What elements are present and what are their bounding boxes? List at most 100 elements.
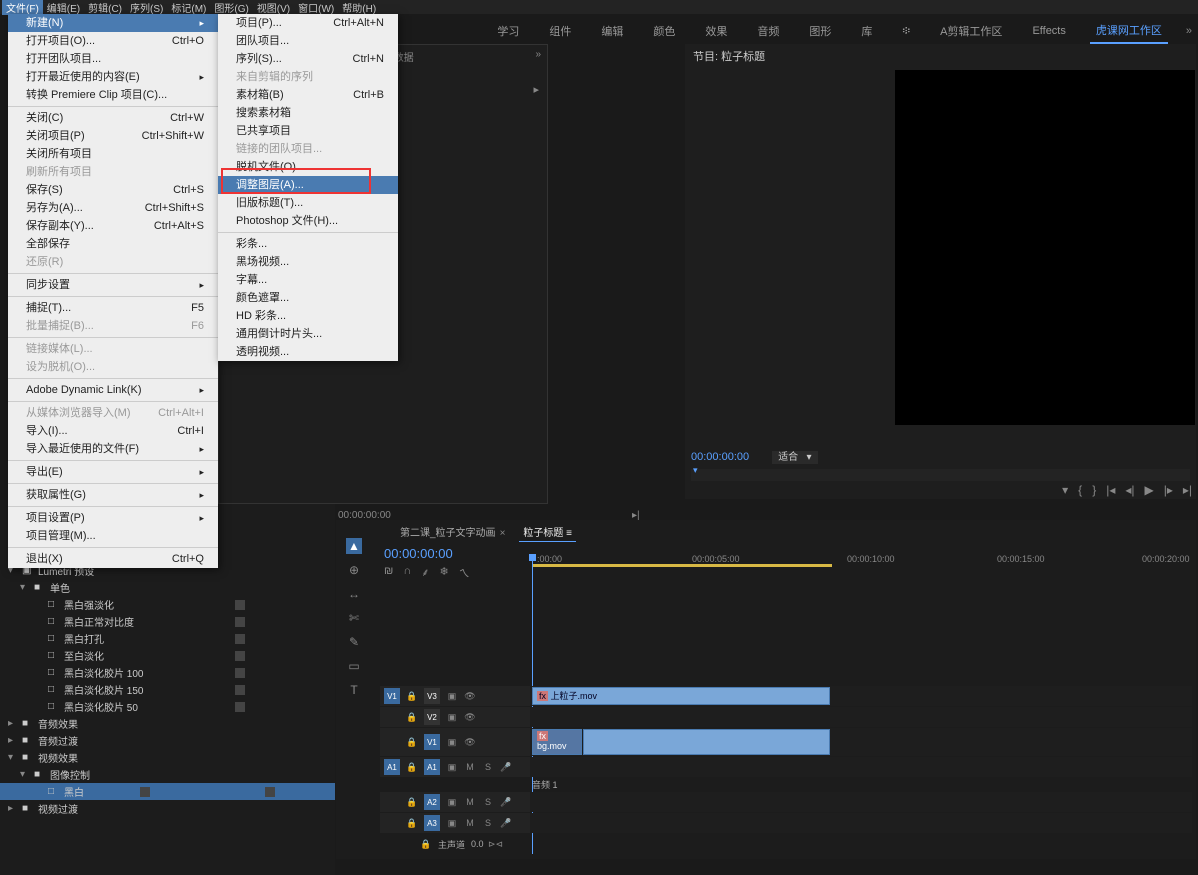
file-menu-item[interactable]: 保存副本(Y)...Ctrl+Alt+S <box>8 217 218 235</box>
file-menu-item[interactable]: 打开最近使用的内容(E) <box>8 68 218 86</box>
tl-link-icon[interactable]: ∩ <box>403 565 411 581</box>
rectangle-tool-icon[interactable]: ▭ <box>346 658 362 674</box>
fx-tree-row[interactable]: ▾■单色 <box>0 579 335 596</box>
lock-icon[interactable]: 🔒 <box>406 761 418 773</box>
track-head-v2[interactable]: 🔒 V2 ▣ 👁 <box>380 707 530 727</box>
eye-icon[interactable]: 👁 <box>464 736 476 748</box>
file-menu-item[interactable]: 新建(N) <box>8 14 218 32</box>
new-submenu-item[interactable]: 通用倒计时片头... <box>218 325 398 343</box>
voice-icon[interactable]: 🎤 <box>500 796 512 808</box>
menu-window[interactable]: 窗口(W) <box>294 0 338 15</box>
effects-tree[interactable]: ▸▣预设▾▣Lumetri 预设▾■单色□黑白强淡化□黑白正常对比度□黑白打孔□… <box>0 543 335 819</box>
file-menu-item[interactable]: 获取属性(G) <box>8 486 218 504</box>
new-submenu-item[interactable]: HD 彩条... <box>218 307 398 325</box>
menu-view[interactable]: 视图(V) <box>253 0 294 15</box>
program-ruler[interactable]: ▾ <box>691 469 1190 481</box>
mute-icon[interactable]: ▣ <box>446 796 458 808</box>
lock-icon[interactable]: 🔒 <box>406 796 418 808</box>
new-submenu-item[interactable]: 项目(P)...Ctrl+Alt+N <box>218 14 398 32</box>
clip-v3[interactable]: fx 上粒子.mov <box>532 687 830 705</box>
ws-overflow-icon[interactable]: » <box>1186 25 1192 37</box>
ws-graphics[interactable]: 图形 <box>803 19 837 43</box>
v2-target[interactable]: V2 <box>424 709 440 725</box>
go-in-icon[interactable]: |◂ <box>1106 483 1115 497</box>
track-head-a1[interactable]: A1 🔒 A1 ▣ M S 🎤 <box>380 757 530 777</box>
solo-s-icon[interactable]: S <box>482 761 494 773</box>
src-overflow-icon[interactable]: » <box>535 49 541 64</box>
file-menu-item[interactable]: 关闭项目(P)Ctrl+Shift+W <box>8 127 218 145</box>
new-submenu-item[interactable]: 脱机文件(O)... <box>218 158 398 176</box>
fx-tree-row[interactable]: □黑白淡化胶片 150 <box>0 681 335 698</box>
menu-bar[interactable]: 文件(F) 编辑(E) 剪辑(C) 序列(S) 标记(M) 图形(G) 视图(V… <box>0 0 1198 14</box>
timeline-tab-2[interactable]: 粒子标题 ≡ <box>519 522 576 542</box>
toggle-output-icon[interactable]: ▣ <box>446 690 458 702</box>
new-submenu-item[interactable]: 素材箱(B)Ctrl+B <box>218 86 398 104</box>
new-submenu-dropdown[interactable]: 项目(P)...Ctrl+Alt+N团队项目...序列(S)...Ctrl+N来… <box>218 14 398 361</box>
ws-editing[interactable]: 编辑 <box>595 19 629 43</box>
mute-icon[interactable]: ▣ <box>446 761 458 773</box>
track-head-v3[interactable]: V1 🔒 V3 ▣ 👁 <box>380 686 530 706</box>
timeline-tab-1[interactable]: 第二课_粒子文字动画× <box>396 522 509 542</box>
menu-edit[interactable]: 编辑(E) <box>43 0 84 15</box>
mute-icon[interactable]: ▣ <box>446 817 458 829</box>
new-submenu-item[interactable]: Photoshop 文件(H)... <box>218 212 398 230</box>
new-submenu-item[interactable]: 彩条... <box>218 235 398 253</box>
lock-icon[interactable]: 🔒 <box>406 817 418 829</box>
v3-target[interactable]: V3 <box>424 688 440 704</box>
ws-learn[interactable]: 学习 <box>491 19 525 43</box>
lock-icon[interactable]: 🔒 <box>406 690 418 702</box>
step-back-icon[interactable]: ◂| <box>1125 483 1134 497</box>
mark-out-icon[interactable]: } <box>1092 483 1096 497</box>
tl-settings-icon[interactable]: ❄ <box>440 565 449 581</box>
eye-icon[interactable]: 👁 <box>464 690 476 702</box>
lock-icon[interactable]: 🔒 <box>420 838 432 850</box>
track-head-v1[interactable]: 🔒 V1 ▣ 👁 <box>380 728 530 756</box>
ws-libraries[interactable]: 库 <box>855 19 878 43</box>
v1-target[interactable]: V1 <box>424 734 440 750</box>
file-menu-item[interactable]: 打开项目(O)...Ctrl+O <box>8 32 218 50</box>
solo-s-icon[interactable]: S <box>482 817 494 829</box>
file-menu-item[interactable]: 全部保存 <box>8 235 218 253</box>
file-menu-item[interactable]: 导入最近使用的文件(F) <box>8 440 218 458</box>
menu-help[interactable]: 帮助(H) <box>338 0 380 15</box>
solo-m-icon[interactable]: M <box>464 761 476 773</box>
fx-tree-row[interactable]: ▸■视频过渡 <box>0 800 335 817</box>
master-track-head[interactable]: 🔒 主声道 0.0 ⊳⊲ <box>380 838 530 851</box>
lock-icon[interactable]: 🔒 <box>406 736 418 748</box>
ws-effects[interactable]: 效果 <box>699 19 733 43</box>
file-menu-item[interactable]: 导出(E) <box>8 463 218 481</box>
lock-icon[interactable]: 🔒 <box>406 711 418 723</box>
fx-tree-row[interactable]: □黑白淡化胶片 100 <box>0 664 335 681</box>
play-icon[interactable]: ▶ <box>1144 483 1153 497</box>
type-tool-icon[interactable]: T <box>346 682 362 698</box>
a1-source-patch[interactable]: A1 <box>384 759 400 775</box>
fx-tree-row[interactable]: ▸■音频效果 <box>0 715 335 732</box>
file-menu-item[interactable]: 转换 Premiere Clip 项目(C)... <box>8 86 218 104</box>
menu-clip[interactable]: 剪辑(C) <box>84 0 126 15</box>
file-menu-item[interactable]: 关闭(C)Ctrl+W <box>8 109 218 127</box>
voice-icon[interactable]: 🎤 <box>500 761 512 773</box>
selection-tool-icon[interactable]: ▲ <box>346 538 362 554</box>
a1-target[interactable]: A1 <box>424 759 440 775</box>
pen-tool-icon[interactable]: ✎ <box>346 634 362 650</box>
new-submenu-item[interactable]: 调整图层(A)... <box>218 176 398 194</box>
ws-effects2[interactable]: Effects <box>1026 21 1071 41</box>
ws-audio[interactable]: 音频 <box>751 19 785 43</box>
tl-snap-icon[interactable]: ₪ <box>384 565 393 581</box>
ws-color[interactable]: 颜色 <box>647 19 681 43</box>
solo-s-icon[interactable]: S <box>482 796 494 808</box>
fx-tree-row[interactable]: ▾■视频效果 <box>0 749 335 766</box>
file-menu-item[interactable]: 保存(S)Ctrl+S <box>8 181 218 199</box>
file-menu-item[interactable]: 导入(I)...Ctrl+I <box>8 422 218 440</box>
file-menu-item[interactable]: 关闭所有项目 <box>8 145 218 163</box>
track-head-a3[interactable]: 🔒 A3 ▣ M S 🎤 <box>380 813 530 833</box>
file-menu-item[interactable]: 另存为(A)...Ctrl+Shift+S <box>8 199 218 217</box>
program-playhead-icon[interactable]: ▾ <box>693 465 698 476</box>
timeline-workarea-bar[interactable] <box>532 564 832 567</box>
toggle-output-icon[interactable]: ▣ <box>446 711 458 723</box>
program-timecode[interactable]: 00:00:00:00 <box>691 451 749 463</box>
ws-custom-a[interactable]: A剪辑工作区 <box>934 19 1008 43</box>
fx-tree-row[interactable]: ▸■音频过渡 <box>0 732 335 749</box>
new-submenu-item[interactable]: 搜索素材箱 <box>218 104 398 122</box>
file-menu-item[interactable]: Adobe Dynamic Link(K) <box>8 381 218 399</box>
